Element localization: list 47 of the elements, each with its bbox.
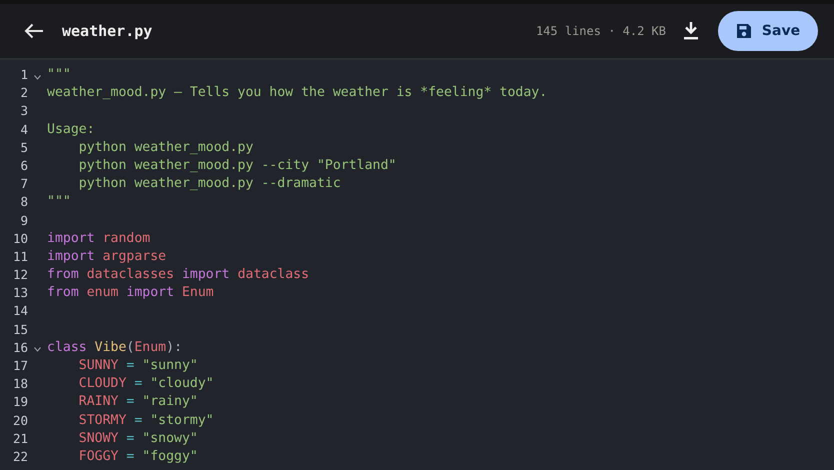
code-line: RAINY = "rainy" <box>78 393 198 412</box>
code-line: weather_mood.py — Tells you how the weather is *feeling* today. <box>47 84 548 102</box>
code-line: SUNNY = "sunny" <box>78 357 198 375</box>
code-line: """ <box>47 193 71 212</box>
save-button[interactable]: Save <box>718 11 818 51</box>
fold-caret-icon[interactable] <box>34 74 41 80</box>
file-name: weather.py <box>62 22 152 40</box>
line-number: 16 <box>12 338 28 357</box>
line-number: 13 <box>12 284 28 302</box>
line-number: 11 <box>12 248 28 266</box>
code-line: python weather_mood.py <box>78 138 254 157</box>
code-line: python weather_mood.py --dramatic <box>78 175 341 194</box>
line-number: 7 <box>19 175 28 194</box>
code-line: from dataclasses import dataclass <box>47 266 310 284</box>
fold-caret-icon[interactable] <box>34 347 41 352</box>
line-number: 10 <box>12 230 28 248</box>
code-line: FOGGY = "foggy" <box>78 448 198 466</box>
code-line: STORMY = "stormy" <box>78 412 214 430</box>
code-line: class Vibe(Enum): <box>47 338 182 357</box>
line-number: 15 <box>12 320 28 339</box>
download-icon <box>684 22 698 40</box>
code-line: """ <box>47 66 71 84</box>
line-number: 5 <box>19 138 28 157</box>
line-number: 6 <box>19 156 28 175</box>
code-line: import random <box>47 230 150 248</box>
line-number: 12 <box>12 266 28 284</box>
line-number: 8 <box>19 193 28 212</box>
file-info: 145 lines · 4.2 KB <box>536 24 666 38</box>
code-line: python weather_mood.py --city "Portland" <box>78 156 396 175</box>
line-number: 4 <box>19 120 28 139</box>
line-number: 3 <box>19 102 28 120</box>
code-line: import argparse <box>47 248 166 266</box>
line-number: 21 <box>12 430 28 448</box>
line-number: 22 <box>12 448 28 466</box>
back-arrow-icon <box>24 23 44 39</box>
line-number: 2 <box>19 84 28 102</box>
line-number: 14 <box>12 302 28 320</box>
line-number: 17 <box>12 357 28 375</box>
line-number: 18 <box>12 375 28 394</box>
line-number: 19 <box>12 393 28 412</box>
line-number: 20 <box>12 412 28 430</box>
line-number: 9 <box>19 212 28 230</box>
code-line: CLOUDY = "cloudy" <box>78 375 214 394</box>
code-line: Usage: <box>47 120 95 139</box>
line-number: 1 <box>19 66 28 84</box>
code-line: SNOWY = "snowy" <box>78 430 198 448</box>
code-line: from enum import Enum <box>47 284 214 302</box>
